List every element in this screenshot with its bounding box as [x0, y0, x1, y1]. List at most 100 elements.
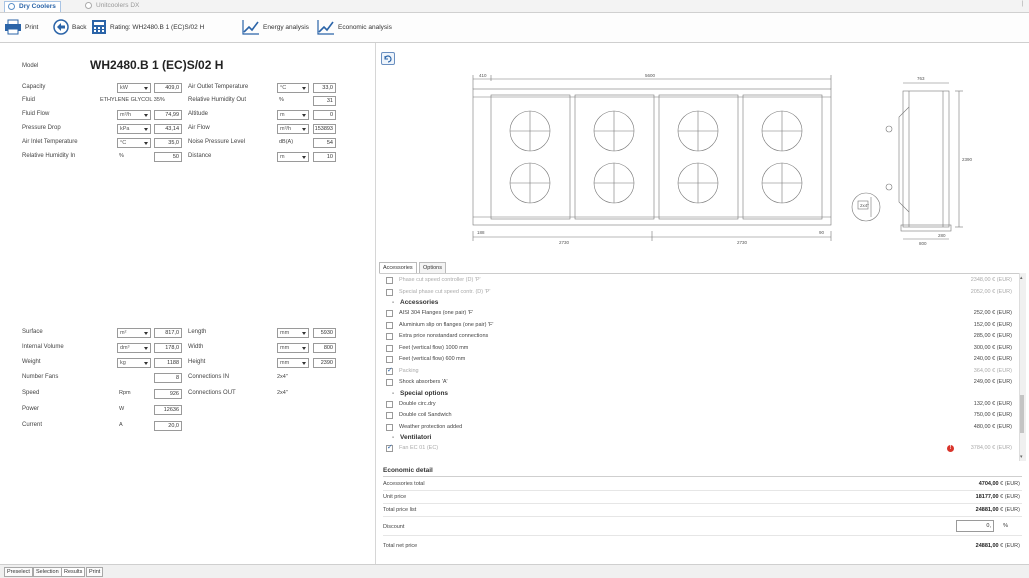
connections-in-label: Connections IN — [188, 374, 230, 380]
accessory-row[interactable]: Double coil Sandwich 750,00 € (EUR) — [380, 411, 1016, 421]
print-button[interactable]: Print — [4, 19, 38, 37]
air-flow-input[interactable]: 153893 — [313, 124, 336, 134]
economic-analysis-button[interactable]: Economic analysis — [317, 19, 392, 37]
group-label: Ventilatori — [400, 434, 432, 441]
pressure-drop-input[interactable]: 43,14 — [154, 124, 182, 134]
select-value: °C — [120, 140, 127, 146]
group-label: Accessories — [400, 299, 439, 306]
capacity-input[interactable]: 409,0 — [154, 83, 182, 93]
pressure-drop-unit-select[interactable]: kPa — [117, 124, 151, 134]
select-value: dm³ — [120, 345, 130, 351]
number-fans-input[interactable]: 8 — [154, 373, 182, 383]
length-input[interactable]: 5930 — [313, 328, 336, 338]
rating-button[interactable]: Rating: WH2480.B 1 (EC)S/02 H — [91, 19, 204, 37]
accessory-row[interactable]: Weather protection added 480,00 € (EUR) — [380, 423, 1016, 433]
capacity-unit-select[interactable]: kW — [117, 83, 151, 93]
line-chart-icon — [317, 20, 334, 35]
accessory-row[interactable]: Aluminium slip on flanges (one pair) 'F'… — [380, 321, 1016, 331]
select-value: mm — [280, 360, 290, 366]
rh-out-input[interactable]: 31 — [313, 96, 336, 106]
air-outlet-input[interactable]: 33,0 — [313, 83, 336, 93]
air-outlet-unit-select[interactable]: °C — [277, 83, 309, 93]
tab-preselect[interactable]: Preselect — [4, 567, 33, 577]
connections-out-label: Connections OUT — [188, 390, 236, 396]
altitude-input[interactable]: 0 — [313, 110, 336, 120]
tab-selection[interactable]: Selection — [33, 567, 62, 577]
air-inlet-input[interactable]: 35,0 — [154, 138, 182, 148]
accessory-checkbox[interactable] — [386, 288, 393, 296]
accessory-group-header: - Special options — [392, 390, 448, 397]
air-inlet-unit-select[interactable]: °C — [117, 138, 151, 148]
tab-unitcoolers-dx[interactable]: Unitcoolers DX — [82, 1, 143, 11]
accessory-checkbox[interactable] — [386, 310, 393, 317]
accessory-row[interactable]: Feet (vertical flow) 1000 mm 300,00 € (EU… — [380, 344, 1016, 354]
discount-input[interactable]: 0, — [956, 520, 994, 532]
collapse-minus-icon[interactable]: - — [392, 299, 400, 306]
economic-label: Economic analysis — [338, 24, 392, 31]
scroll-down-arrow-icon[interactable]: ▾ — [1020, 454, 1023, 460]
total-price-list-value: 24881,00 € (EUR) — [976, 507, 1020, 513]
accessory-checkbox[interactable] — [386, 423, 393, 431]
accessory-checkbox[interactable] — [386, 412, 393, 419]
panel-divider[interactable] — [375, 43, 376, 564]
back-button[interactable]: Back — [53, 19, 86, 37]
accessory-row[interactable]: Shock absorbers 'A' 249,00 € (EUR) — [380, 378, 1016, 388]
accessory-checkbox[interactable] — [386, 277, 393, 284]
length-unit-select[interactable]: mm — [277, 328, 309, 338]
tab-circle-icon — [85, 2, 92, 9]
accessory-row[interactable]: Double circ.dry 132,00 € (EUR) — [380, 400, 1016, 410]
tab-print[interactable]: Print — [86, 567, 104, 577]
accessory-row[interactable]: Fan EC 01 (EC) 3784,00 € (EUR)! — [380, 443, 1016, 454]
scroll-up-arrow-icon[interactable]: ▴ — [1020, 275, 1023, 281]
accessory-row[interactable]: AISI 304 Flanges (one pair) 'F' 252,00 € … — [380, 309, 1016, 319]
number-fans-label: Number Fans — [22, 374, 59, 380]
width-input[interactable]: 800 — [313, 343, 336, 353]
air-flow-unit-select[interactable]: m³/h — [277, 124, 309, 134]
accessory-checkbox[interactable] — [386, 356, 393, 363]
accessory-checkbox[interactable] — [386, 321, 393, 329]
close-icon[interactable]: | — [1021, 1, 1023, 7]
accessory-checkbox[interactable] — [386, 344, 393, 352]
surface-unit-select[interactable]: m² — [117, 328, 151, 338]
weight-input[interactable]: 1188 — [154, 358, 182, 368]
distance-input[interactable]: 10 — [313, 152, 336, 162]
accessory-checkbox[interactable] — [386, 379, 393, 386]
altitude-unit-select[interactable]: m — [277, 110, 309, 120]
width-unit-select[interactable]: mm — [277, 343, 309, 353]
accessory-row[interactable]: Special phase cut speed contr. (D) 'P' 20… — [380, 288, 1016, 298]
current-input[interactable]: 20,0 — [154, 421, 182, 431]
accessory-row[interactable]: Feet (vertical flow) 600 mm 240,00 € (EUR… — [380, 355, 1016, 365]
surface-input[interactable]: 817,0 — [154, 328, 182, 338]
weight-unit-select[interactable]: kg — [117, 358, 151, 368]
tab-dry-coolers[interactable]: Dry Coolers — [4, 1, 61, 12]
accessory-name: Double coil Sandwich — [399, 412, 452, 418]
fluid-flow-input[interactable]: 74,99 — [154, 110, 182, 120]
energy-analysis-button[interactable]: Energy analysis — [242, 19, 309, 37]
speed-input[interactable]: 926 — [154, 389, 182, 399]
window-tab-bar: Dry Coolers Unitcoolers DX | — [0, 0, 1029, 13]
internal-volume-input[interactable]: 178,0 — [154, 343, 182, 353]
accessory-checkbox[interactable] — [386, 333, 393, 340]
accessory-row[interactable]: Extra price nonstandard connections 285,0… — [380, 332, 1016, 342]
collapse-minus-icon[interactable]: - — [392, 434, 400, 441]
accessory-checkbox[interactable] — [386, 400, 393, 408]
collapse-minus-icon[interactable]: - — [392, 390, 400, 397]
internal-volume-unit-select[interactable]: dm³ — [117, 343, 151, 353]
distance-unit-select[interactable]: m — [277, 152, 309, 162]
noise-input[interactable]: 54 — [313, 138, 336, 148]
connections-out-value: 2x4" — [277, 390, 288, 396]
air-outlet-temp-label: Air Outlet Temperature — [188, 84, 249, 90]
tab-results[interactable]: Results — [61, 567, 86, 577]
fluid-flow-unit-select[interactable]: m³/h — [117, 110, 151, 120]
power-input[interactable]: 12636 — [154, 405, 182, 415]
accessory-row[interactable]: Packing 364,00 € (EUR) — [380, 366, 1016, 377]
accessory-row[interactable]: Phase cut speed controller (D) 'P' 2348,0… — [380, 276, 1016, 286]
rh-in-input[interactable]: 50 — [154, 152, 182, 162]
accessory-checkbox[interactable] — [386, 366, 393, 375]
height-input[interactable]: 2390 — [313, 358, 336, 368]
chevron-down-icon — [302, 362, 306, 365]
select-value: m³/h — [280, 126, 291, 132]
scrollbar-thumb[interactable] — [1020, 395, 1024, 433]
accessory-checkbox[interactable] — [386, 443, 393, 452]
height-unit-select[interactable]: mm — [277, 358, 309, 368]
